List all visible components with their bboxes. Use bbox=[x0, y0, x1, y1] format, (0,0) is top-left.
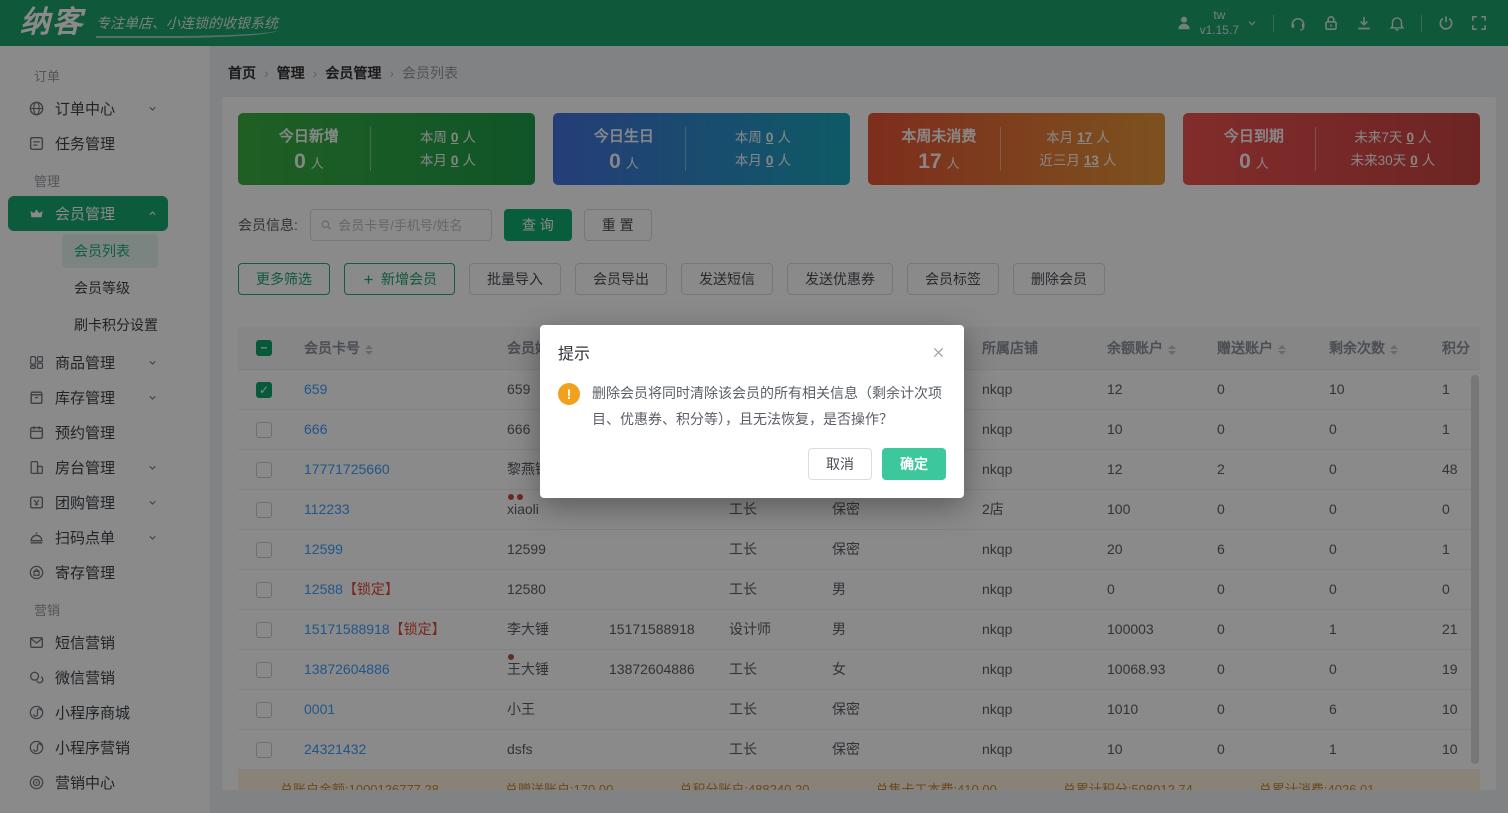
dialog-header: 提示 bbox=[540, 325, 964, 368]
warning-icon: ! bbox=[558, 383, 580, 405]
dialog-footer: 取消 确定 bbox=[540, 434, 964, 498]
confirm-button[interactable]: 确定 bbox=[882, 448, 946, 480]
delete-confirm-dialog: 提示 ! 删除会员将同时清除该会员的所有相关信息（剩余计次项目、优惠券、积分等）… bbox=[540, 325, 964, 498]
dialog-body: ! 删除会员将同时清除该会员的所有相关信息（剩余计次项目、优惠券、积分等），且无… bbox=[540, 368, 964, 434]
cancel-button[interactable]: 取消 bbox=[808, 448, 872, 480]
dialog-message: 删除会员将同时清除该会员的所有相关信息（剩余计次项目、优惠券、积分等），且无法恢… bbox=[592, 380, 946, 432]
dialog-title: 提示 bbox=[558, 340, 590, 364]
close-icon[interactable] bbox=[931, 345, 946, 360]
